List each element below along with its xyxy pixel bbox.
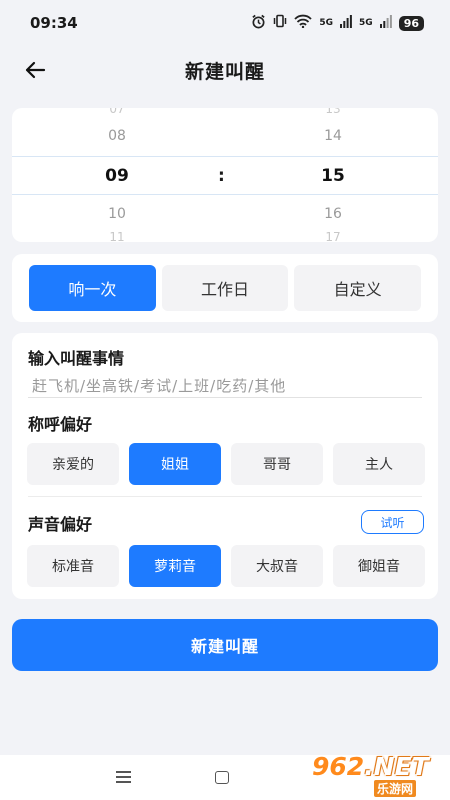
back-button[interactable] (20, 55, 50, 85)
page-title: 新建叫醒 (184, 60, 265, 83)
picker-top-line (12, 156, 438, 157)
minute-wheel[interactable]: 13 14 15 16 17 (293, 108, 373, 242)
form-divider (28, 496, 422, 497)
header: 新建叫醒 (0, 46, 450, 94)
voice-option-uncle[interactable]: 大叔音 (231, 545, 323, 587)
signal-bars-icon (340, 14, 352, 32)
create-alarm-button[interactable]: 新建叫醒 (12, 619, 438, 671)
address-option-brother[interactable]: 哥哥 (231, 443, 323, 485)
time-separator: : (218, 166, 225, 186)
menu-icon[interactable] (116, 771, 131, 783)
minute-prev[interactable]: 14 (293, 128, 373, 144)
home-icon[interactable] (215, 771, 229, 784)
repeat-workday-button[interactable]: 工作日 (161, 265, 289, 311)
repeat-once-button[interactable]: 响一次 (29, 265, 156, 311)
watermark-suffix: .NET (364, 752, 429, 781)
hour-prev[interactable]: 08 (77, 128, 157, 144)
alarm-form: 输入叫醒事情 赶飞机/坐高铁/考试/上班/吃药/其他 称呼偏好 亲爱的 姐姐 哥… (12, 333, 438, 599)
picker-bottom-line (12, 194, 438, 195)
watermark-subtitle: 乐游网 (374, 780, 417, 797)
status-bar: 09:34 5G 5G 96 (0, 0, 450, 46)
watermark-text: 962.NET (312, 752, 429, 781)
signal-1-label: 5G (319, 18, 334, 28)
minute-faint-below: 17 (325, 230, 341, 242)
hour-next[interactable]: 10 (77, 206, 157, 222)
try-listen-button[interactable]: 试听 (361, 510, 424, 534)
event-input[interactable]: 赶飞机/坐高铁/考试/上班/吃药/其他 (32, 375, 286, 396)
hour-faint-above: 07 (109, 108, 125, 116)
address-option-dear[interactable]: 亲爱的 (27, 443, 119, 485)
minute-next[interactable]: 16 (293, 206, 373, 222)
voice-option-standard[interactable]: 标准音 (27, 545, 119, 587)
vibrate-icon (273, 14, 287, 32)
voice-option-lady[interactable]: 御姐音 (333, 545, 425, 587)
status-icons: 5G 5G 96 (251, 14, 424, 33)
hour-selected[interactable]: 09 (77, 166, 157, 186)
signal-bars-2-icon (379, 14, 392, 32)
event-label: 输入叫醒事情 (28, 349, 125, 368)
address-options: 亲爱的 姐姐 哥哥 主人 (27, 443, 425, 485)
status-time: 09:34 (30, 14, 78, 32)
minute-faint-above: 13 (325, 108, 341, 116)
time-picker[interactable]: 07 08 09 10 11 : 13 14 15 16 17 (12, 108, 438, 242)
voice-label: 声音偏好 (28, 515, 93, 534)
address-option-sister[interactable]: 姐姐 (129, 443, 221, 485)
wifi-icon (294, 14, 313, 32)
watermark-logo: 962.NET 乐游网 (312, 752, 448, 797)
signal-2-label: 5G (359, 18, 373, 28)
repeat-custom-button[interactable]: 自定义 (294, 265, 422, 311)
event-input-underline (28, 397, 422, 398)
arrow-left-icon (25, 61, 46, 79)
hour-faint-below: 11 (109, 230, 125, 242)
voice-option-loli[interactable]: 萝莉音 (129, 545, 221, 587)
alarm-icon (251, 14, 266, 33)
minute-selected[interactable]: 15 (293, 166, 373, 186)
hour-wheel[interactable]: 07 08 09 10 11 (77, 108, 157, 242)
repeat-options: 响一次 工作日 自定义 (12, 254, 438, 322)
voice-options: 标准音 萝莉音 大叔音 御姐音 (27, 545, 425, 587)
watermark-number: 962 (312, 752, 365, 781)
battery-badge: 96 (398, 15, 424, 31)
address-option-master[interactable]: 主人 (333, 443, 425, 485)
address-label: 称呼偏好 (28, 415, 93, 434)
